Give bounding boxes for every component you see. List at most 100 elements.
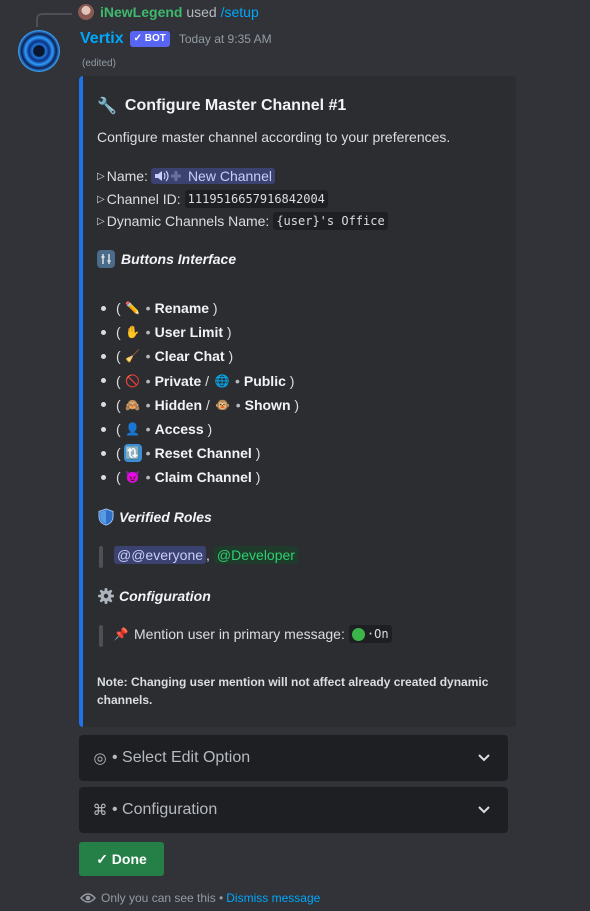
hidden-label: Hidden (154, 396, 203, 413)
field-name: ▷ Name: New Channel (97, 168, 275, 184)
bot-badge: ✓ BOT (129, 31, 170, 47)
quote-bar (99, 625, 103, 647)
channel-mention-label: New Channel (187, 168, 272, 184)
chevron-down-icon (478, 754, 490, 762)
mention-status-value: On (374, 627, 389, 641)
configuration-quote: 📌 Mention user in primary message: · On (99, 625, 392, 647)
public-label: Public (243, 372, 286, 389)
done-button[interactable]: ✓ Done (79, 842, 164, 876)
list-item: (😈 • Claim Channel ) (97, 465, 299, 489)
field-dynamic-label: Dynamic Channels Name: (106, 213, 270, 229)
bullet (101, 353, 106, 359)
reset-channel-label: Reset Channel (154, 445, 252, 462)
reply-username[interactable]: iNewLegend (100, 4, 182, 20)
bullet (101, 329, 106, 335)
verified-roles-label: Verified Roles (119, 509, 212, 525)
field-channel-id: ▷ Channel ID: 1119516657916842004 (97, 190, 328, 208)
embed-title-text: Configure Master Channel #1 (124, 97, 347, 114)
ephemeral-notice: Only you can see this • Dismiss message (80, 891, 320, 905)
message-timestamp[interactable]: Today at 9:35 AM (179, 32, 272, 46)
configuration-label: Configuration (119, 588, 211, 604)
triangle-icon: ▷ (97, 215, 105, 227)
triangle-icon: ▷ (97, 170, 105, 182)
clear-chat-label: Clear Chat (154, 348, 225, 365)
buttons-list: (✏️ • Rename ) (✋ • User Limit ) (🧹 • Clear Ch… (97, 296, 299, 490)
pencil-icon: ✏️ (125, 301, 141, 316)
select-edit-option[interactable]: ◎ • Select Edit Option (79, 735, 508, 781)
eye-icon (80, 893, 96, 903)
chevron-down-icon (478, 806, 490, 814)
reply-connector (36, 13, 72, 27)
green-circle-icon (351, 627, 365, 641)
shield-icon (97, 508, 115, 526)
ephemeral-text: Only you can see this • (101, 891, 224, 905)
field-id-label: Channel ID: (106, 191, 181, 207)
arrows-refresh-icon: 🔃 (123, 444, 142, 463)
bullet (101, 450, 106, 456)
list-item: (🧹 • Clear Chat ) (97, 344, 299, 368)
reply-command[interactable]: /setup (221, 4, 259, 20)
verified-roles-quote: @@everyone , @Developer (99, 546, 298, 568)
embed-description: Configure master channel according to yo… (97, 129, 451, 145)
mention-user-label: Mention user in primary message: (134, 626, 345, 642)
select-configuration[interactable]: ⌘ • Configuration (79, 787, 508, 833)
role-mention-everyone[interactable]: @@everyone (114, 546, 207, 564)
access-label: Access (154, 421, 204, 438)
channel-mention[interactable]: New Channel (150, 168, 275, 184)
dismiss-message-link[interactable]: Dismiss message (226, 891, 320, 905)
shown-label: Shown (244, 396, 291, 413)
list-item: (👤 • Access ) (97, 417, 299, 441)
rename-label: Rename (154, 300, 210, 317)
see-no-evil-monkey-icon: 🙈 (125, 397, 141, 412)
buttons-interface-heading: Buttons Interface (97, 250, 236, 268)
author-name[interactable]: Vertix (80, 30, 124, 48)
dynamic-name-code: {user}'s Office (273, 212, 388, 230)
verified-roles-heading: Verified Roles (97, 508, 212, 526)
private-label: Private (154, 372, 202, 389)
bullet (101, 474, 106, 480)
embed: 🔧 Configure Master Channel #1 Configure … (79, 76, 516, 727)
globe-icon: 🌐 (214, 373, 230, 388)
mention-status-code: · On (348, 625, 392, 643)
bot-avatar[interactable] (18, 30, 60, 72)
broom-icon: 🧹 (125, 349, 141, 364)
wrench-icon: 🔧 (97, 98, 117, 115)
bullet (101, 426, 106, 432)
field-dynamic-name: ▷ Dynamic Channels Name: {user}'s Office (97, 212, 388, 230)
reply-used-label: used (186, 4, 217, 20)
buttons-interface-label: Buttons Interface (121, 251, 237, 267)
triangle-icon: ▷ (97, 193, 105, 205)
role-mention-developer[interactable]: @Developer (213, 546, 298, 564)
field-name-label: Name: (106, 168, 148, 184)
bullet (101, 378, 106, 384)
raised-hand-icon: ✋ (125, 325, 141, 340)
monkey-face-icon: 🐵 (215, 397, 231, 412)
select-edit-placeholder: • Select Edit Option (112, 749, 251, 766)
list-item: (✏️ • Rename ) (97, 296, 299, 320)
control-knobs-icon (97, 250, 115, 268)
prohibited-icon: 🚫 (125, 373, 141, 388)
reply-text: iNewLegend used /setup (100, 4, 259, 20)
user-limit-label: User Limit (154, 324, 224, 341)
command-key-icon: ⌘ (92, 802, 108, 819)
embed-title: 🔧 Configure Master Channel #1 (97, 96, 346, 116)
configuration-heading: Configuration (97, 587, 211, 605)
list-item: (🙈 • Hidden / 🐵 • Shown ) (97, 393, 299, 417)
pushpin-icon: 📌 (113, 627, 129, 641)
bust-silhouette-icon: 👤 (125, 422, 141, 437)
message-header: Vertix ✓ BOT Today at 9:35 AM (80, 30, 272, 48)
channel-id-code: 1119516657916842004 (184, 190, 328, 208)
claim-channel-label: Claim Channel (154, 469, 252, 486)
role-separator: , (206, 547, 210, 563)
reply-avatar[interactable] (78, 4, 94, 20)
list-item: (🔃 • Reset Channel ) (97, 441, 299, 465)
gear-icon (97, 587, 115, 605)
edited-label: (edited) (82, 58, 116, 69)
quote-bar (99, 546, 103, 568)
speaker-plus-icon (154, 169, 184, 183)
list-item: (✋ • User Limit ) (97, 320, 299, 344)
bullet (101, 305, 106, 311)
select-configuration-placeholder: • Configuration (112, 801, 218, 818)
edit-option-icon: ◎ (93, 750, 107, 767)
smiling-devil-icon: 😈 (125, 470, 141, 485)
